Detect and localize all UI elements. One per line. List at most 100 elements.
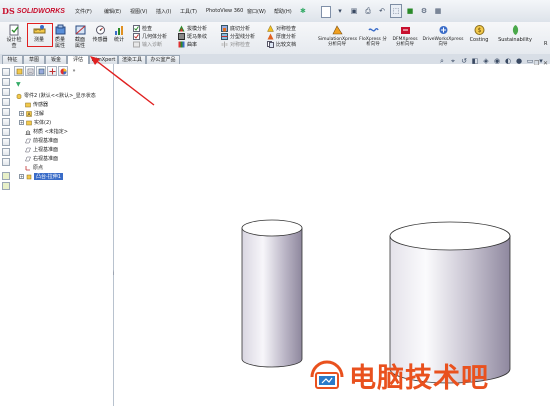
zoom-to-fit-icon[interactable]: ⌕: [438, 57, 446, 65]
toolbar-btn-2[interactable]: [2, 78, 10, 86]
print-icon[interactable]: ⎙: [362, 4, 374, 18]
display-manager-tab-icon[interactable]: [58, 66, 68, 76]
app-name: SOLIDWORKS: [16, 7, 65, 15]
undo-icon[interactable]: ↶: [376, 4, 388, 18]
compare-documents-button[interactable]: 比较文档: [267, 40, 296, 48]
costing-icon: $: [474, 25, 484, 35]
customize-icon[interactable]: ▦: [432, 4, 444, 18]
toolbar-btn-3[interactable]: [2, 88, 10, 96]
panel-expand-icon[interactable]: »: [69, 66, 79, 76]
tree-root[interactable]: 零件2 (默认<<默认>_显示状态: [16, 92, 96, 99]
zebra-stripes-button[interactable]: 斑马条纹: [178, 32, 207, 40]
cylinder-small[interactable]: [241, 219, 303, 368]
property-manager-tab-icon[interactable]: [25, 66, 35, 76]
simulationxpress-button[interactable]: SimulationXpress 分析向导: [318, 24, 357, 47]
toolbar-btn-1[interactable]: [2, 68, 10, 76]
section-properties-button[interactable]: 截面属性: [70, 24, 90, 49]
menu-edit[interactable]: 编辑(E): [104, 8, 121, 15]
toolbar-btn-11[interactable]: [2, 172, 10, 180]
floxpress-label: FloXpress 分析向导: [359, 37, 387, 47]
tree-item-solid-bodies[interactable]: + 实体(2): [19, 119, 51, 126]
undercut-analysis-icon: [221, 24, 228, 32]
toolbar-btn-9[interactable]: [2, 148, 10, 156]
window-restore-icon[interactable]: ❐: [534, 60, 539, 67]
menu-photoview[interactable]: PhotoView 360: [206, 8, 243, 14]
previous-view-icon[interactable]: ↺: [460, 57, 468, 65]
toolbar-btn-5[interactable]: [2, 108, 10, 116]
floxpress-button[interactable]: FloXpress 分析向导: [357, 24, 389, 47]
symmetry-check-button[interactable]: 对称检查: [221, 40, 255, 48]
select-icon[interactable]: ⬚: [390, 4, 402, 18]
view-orientation-icon[interactable]: ◈: [482, 57, 490, 65]
appearance-icon[interactable]: ●: [515, 57, 523, 65]
dimxpert-manager-tab-icon[interactable]: [47, 66, 57, 76]
part-icon: [16, 93, 22, 99]
toolbar-btn-6[interactable]: [2, 118, 10, 126]
design-check-button[interactable]: 设计检查: [3, 24, 25, 49]
menu-window[interactable]: 窗口(W): [247, 8, 266, 15]
configuration-manager-tab-icon[interactable]: [36, 66, 46, 76]
dfmxpress-button[interactable]: DFMXpress 分析向导: [389, 24, 421, 47]
draft-analysis-button[interactable]: 拔模分析: [178, 24, 207, 32]
tab-features[interactable]: 特征: [2, 55, 23, 64]
new-document-icon[interactable]: [320, 4, 332, 18]
sensors-button[interactable]: 传感器: [91, 24, 109, 43]
menu-insert[interactable]: 插入(I): [156, 8, 171, 15]
window-close-icon[interactable]: ✕: [543, 60, 548, 67]
tree-item-sensors[interactable]: 传感器: [25, 101, 48, 108]
toolbar-btn-4[interactable]: [2, 98, 10, 106]
feature-manager-tab-icon[interactable]: [14, 66, 24, 76]
tree-item-material[interactable]: 材质 <未指定>: [25, 128, 68, 135]
check-button[interactable]: 检查: [133, 24, 167, 32]
toolbar-btn-7[interactable]: [2, 128, 10, 136]
graphics-area[interactable]: [114, 64, 550, 406]
expand-toggle-icon[interactable]: +: [19, 111, 24, 116]
parting-line-analysis-button[interactable]: 分型线分析: [221, 32, 255, 40]
tree-item-top-plane[interactable]: 上视基准面: [25, 146, 58, 153]
menu-tools[interactable]: 工具(T): [180, 8, 197, 15]
toolbar-btn-8[interactable]: [2, 138, 10, 146]
rebuild-icon[interactable]: ■: [404, 4, 416, 18]
pin-icon[interactable]: ✱: [300, 7, 306, 15]
menu-view[interactable]: 视图(V): [130, 8, 147, 15]
display-style-icon[interactable]: ◉: [493, 57, 501, 65]
thickness-analysis-button[interactable]: 厚度分析: [267, 32, 296, 40]
import-diagnostics-label: 输入诊断: [142, 41, 163, 48]
section-view-icon[interactable]: ◧: [471, 57, 479, 65]
curvature-button[interactable]: 曲率: [178, 40, 207, 48]
plane-icon: [25, 147, 31, 152]
tab-sheet-metal[interactable]: 钣金: [45, 55, 67, 64]
left-vertical-toolbar: [0, 66, 12, 206]
save-icon[interactable]: ▣: [348, 4, 360, 18]
filter-icon[interactable]: ▼: [16, 81, 21, 88]
toolbar-btn-12[interactable]: [2, 182, 10, 190]
mass-properties-button[interactable]: 质量属性: [51, 24, 69, 49]
statistics-button[interactable]: 统计: [111, 24, 127, 43]
tree-item-origin[interactable]: 原点: [25, 164, 43, 171]
symmetry-check-2-button[interactable]: 对称检查: [267, 24, 296, 32]
tab-sketch[interactable]: 草图: [23, 55, 45, 64]
ribbon-overflow[interactable]: R: [544, 41, 547, 47]
tree-item-front-plane[interactable]: 前视基准面: [25, 137, 58, 144]
costing-button[interactable]: $ Costing: [466, 24, 492, 43]
expand-toggle-icon[interactable]: +: [19, 120, 24, 125]
import-diagnostics-button[interactable]: 输入诊断: [133, 40, 167, 48]
undercut-analysis-button[interactable]: 底切分析: [221, 24, 255, 32]
open-folder-icon[interactable]: ▾: [334, 4, 346, 18]
geometry-analysis-button[interactable]: 几何体分析: [133, 32, 167, 40]
expand-toggle-icon[interactable]: +: [19, 174, 24, 179]
tree-item-annotations[interactable]: + A 注解: [19, 110, 44, 117]
menu-bar: DS SOLIDWORKS 文件(F) 编辑(E) 视图(V) 插入(I) 工具…: [0, 0, 550, 23]
tree-item-boss-extrude[interactable]: + 凸台-拉伸1: [19, 173, 63, 180]
toolbar-btn-10[interactable]: [2, 158, 10, 166]
tree-item-right-plane[interactable]: 右视基准面: [25, 155, 58, 162]
command-manager-ribbon: 设计检查 测量 质量属性 截面属性 传感器 统计 检查 几何体分析 输入诊断 拔…: [0, 22, 550, 55]
scene-icon[interactable]: ▭: [526, 57, 534, 65]
menu-help[interactable]: 帮助(H): [274, 8, 292, 15]
sustainability-button[interactable]: Sustainability: [495, 24, 535, 43]
hide-show-icon[interactable]: ◐: [504, 57, 512, 65]
zoom-area-icon[interactable]: ⌖: [449, 57, 457, 65]
driveworksxpress-button[interactable]: DriveWorksXpress 向导: [421, 24, 465, 47]
menu-file[interactable]: 文件(F): [75, 8, 92, 15]
options-icon[interactable]: ⚙: [418, 4, 430, 18]
